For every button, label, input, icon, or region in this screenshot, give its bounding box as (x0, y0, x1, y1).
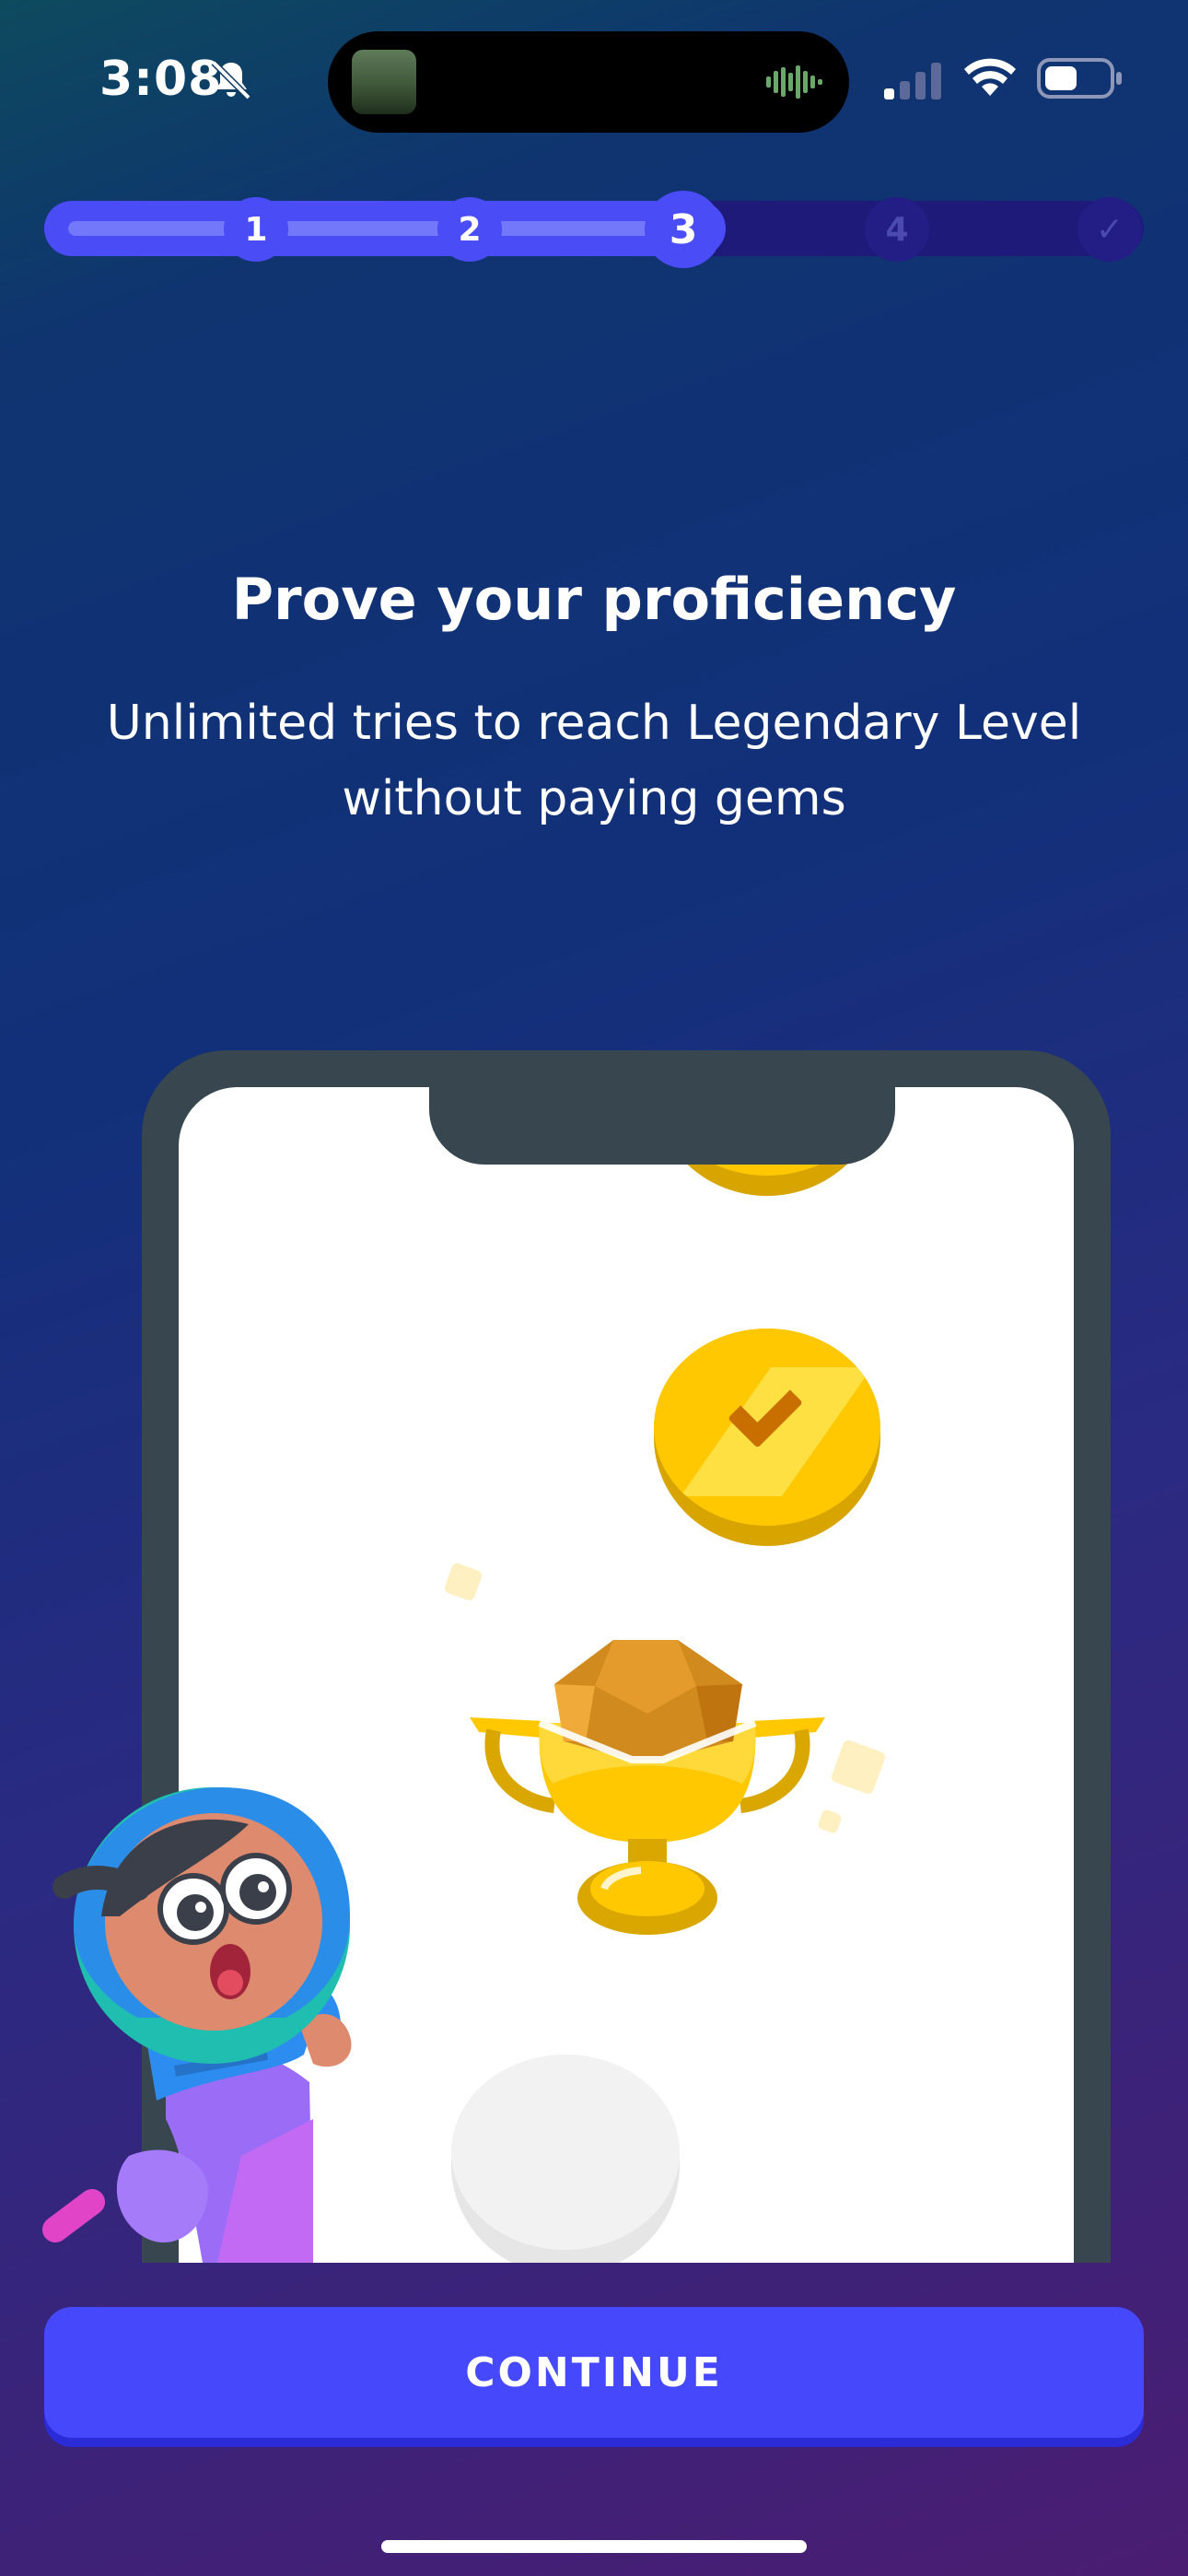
bell-slash-icon (211, 60, 251, 100)
empty-lesson-node (451, 2055, 680, 2263)
subtitle-line-1: Unlimited tries to reach Legendary Level (106, 696, 1082, 751)
signal-icon (884, 63, 941, 100)
continue-button[interactable]: CONTINUE (44, 2307, 1144, 2438)
step-1: 1 (224, 197, 288, 262)
lesson-progress-stepper: 1 2 3 4 ✓ (44, 191, 1144, 268)
phone-illustration (0, 1050, 1188, 2263)
progress-fill-highlight (68, 221, 713, 236)
page-title: Prove your proficiency (231, 566, 957, 633)
wifi-icon (964, 58, 1016, 96)
step-2: 2 (437, 197, 502, 262)
status-time: 3:08 (99, 52, 223, 107)
step-4: 4 (865, 197, 929, 262)
waveform-icon (766, 65, 822, 99)
page-subtitle: Unlimited tries to reach Legendary Level… (92, 685, 1096, 837)
sparkle-icon (830, 1739, 887, 1796)
trophy-icon (470, 1640, 825, 1935)
character-mascot-icon (42, 1787, 352, 2263)
sparkle-icon (443, 1562, 483, 1602)
phone-notch (429, 1087, 895, 1165)
gold-check-coin-icon (654, 1329, 880, 1546)
now-playing-artwork (352, 50, 416, 114)
step-3-current: 3 (645, 191, 722, 268)
home-indicator[interactable] (381, 2540, 807, 2553)
battery-icon (1037, 58, 1122, 99)
dynamic-island[interactable] (328, 31, 849, 133)
step-complete-check: ✓ (1077, 197, 1142, 262)
subtitle-line-2: without paying gems (342, 771, 846, 826)
